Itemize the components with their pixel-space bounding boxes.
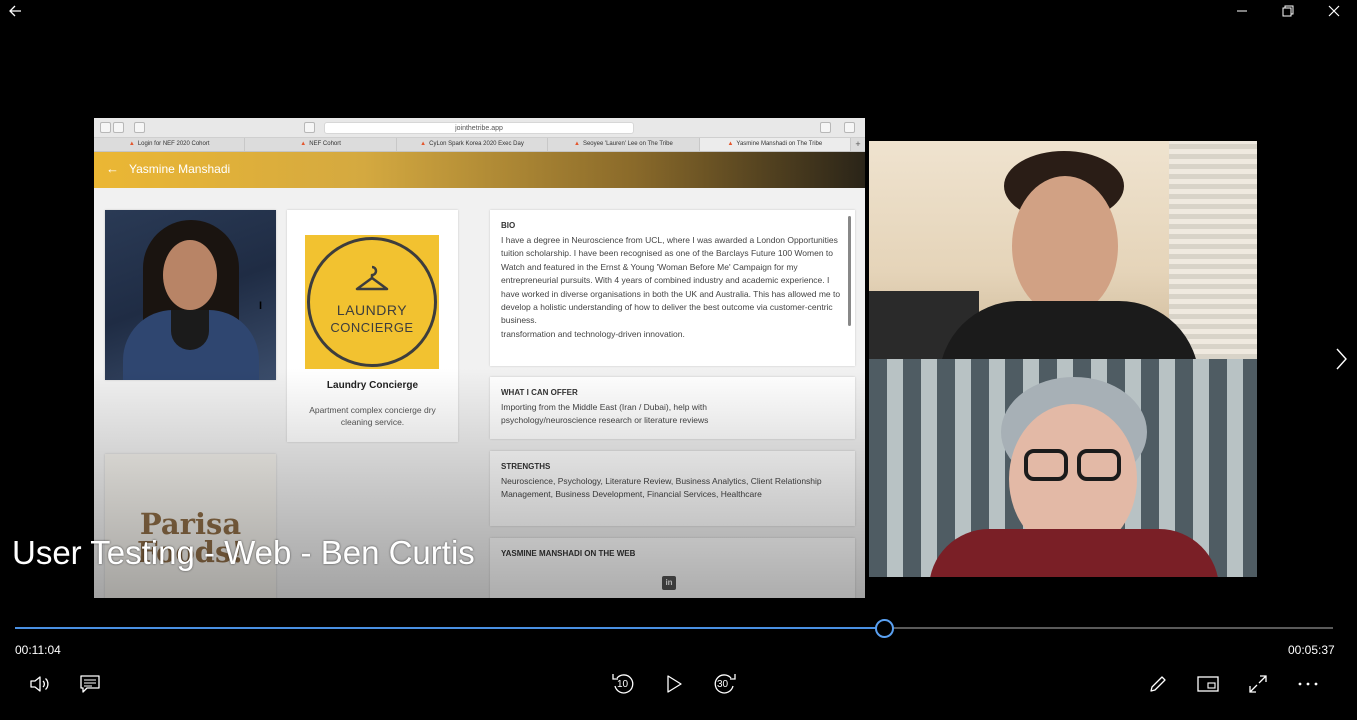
offer-card: WHAT I CAN OFFER Importing from the Midd… — [490, 377, 855, 439]
browser-url: jointhetribe.app — [324, 122, 634, 134]
skip-forward-icon[interactable]: 30 — [708, 668, 740, 700]
strengths-heading: STRENGTHS — [501, 462, 551, 471]
offer-text: Importing from the Middle East (Iran / D… — [501, 402, 709, 426]
remaining-time: 00:05:37 — [1288, 643, 1335, 657]
browser-tab: NEF Cohort — [245, 138, 397, 151]
restore-icon[interactable] — [1276, 0, 1300, 22]
skip-forward-label: 30 — [717, 679, 729, 690]
bio-heading: BIO — [501, 221, 516, 230]
browser-tab: Seoyee 'Lauren' Lee on The Tribe — [548, 138, 700, 151]
new-tab-icon: + — [855, 139, 861, 149]
bio-scrollbar — [848, 216, 851, 326]
minimize-icon[interactable] — [1230, 0, 1254, 22]
browser-tab-active: Yasmine Manshadi on The Tribe — [699, 138, 852, 151]
text-cursor-icon: I — [259, 300, 263, 312]
fullscreen-icon[interactable] — [1244, 670, 1272, 698]
browser-tabs: Login for NEF 2020 Cohort NEF Cohort CyL… — [94, 138, 865, 152]
profile-name: Yasmine Manshadi — [129, 162, 231, 176]
company-description: Apartment complex concierge dry cleaning… — [309, 405, 436, 427]
web-heading: YASMINE MANSHADI ON THE WEB — [501, 549, 636, 558]
volume-icon[interactable] — [26, 670, 54, 698]
company-card: LAUNDRY CONCIERGE Laundry Concierge Apar… — [287, 210, 458, 442]
linkedin-icon: in — [662, 576, 676, 590]
browser-tab: Login for NEF 2020 Cohort — [94, 138, 246, 151]
second-company-card: Parisa Foods! — [105, 454, 276, 598]
share-icon — [820, 122, 831, 133]
seek-bar-progress — [15, 627, 885, 629]
skip-back-icon[interactable]: 10 — [608, 668, 640, 700]
back-arrow-icon[interactable] — [4, 0, 26, 22]
browser-tab: CyLon Spark Korea 2020 Exec Day — [397, 138, 549, 151]
sidebar-icon — [134, 122, 145, 133]
company-name: Laundry Concierge — [326, 380, 419, 391]
header-back-arrow-icon: ← — [106, 161, 119, 176]
participant-video-bottom — [869, 359, 1257, 577]
participant-video-top — [869, 141, 1257, 359]
laundry-concierge-logo: LAUNDRY CONCIERGE — [305, 235, 439, 369]
next-chevron-icon[interactable] — [1330, 343, 1352, 375]
profile-header: ← Yasmine Manshadi — [94, 152, 865, 188]
offer-heading: WHAT I CAN OFFER — [501, 388, 578, 397]
more-options-icon[interactable] — [1294, 670, 1322, 698]
close-icon[interactable] — [1322, 0, 1346, 22]
bio-text: I have a degree in Neuroscience from UCL… — [501, 235, 841, 339]
mini-view-icon[interactable] — [1194, 670, 1222, 698]
seek-thumb[interactable] — [875, 619, 895, 638]
web-links-card: YASMINE MANSHADI ON THE WEB in — [490, 538, 855, 598]
browser-toolbar: jointhetribe.app — [94, 118, 865, 138]
captions-icon[interactable] — [76, 670, 104, 698]
pen-edit-icon[interactable] — [1144, 670, 1172, 698]
browser-back-icon — [100, 122, 111, 133]
browser-forward-icon — [113, 122, 124, 133]
bio-text-continued: transformation and technology-driven inn… — [501, 328, 685, 339]
privacy-icon — [304, 122, 315, 133]
tabs-overview-icon — [844, 122, 855, 133]
play-icon[interactable] — [660, 670, 688, 698]
elapsed-time: 00:11:04 — [15, 643, 61, 657]
strengths-card: STRENGTHS Neuroscience, Psychology, Lite… — [490, 451, 855, 526]
video-title: User Testing - Web - Ben Curtis — [12, 534, 475, 571]
logo-line-1: LAUNDRY — [336, 302, 408, 318]
bio-card: BIO I have a degree in Neuroscience from… — [490, 210, 855, 366]
logo-line-2: CONCIERGE — [330, 320, 414, 335]
shared-screen-video: jointhetribe.app Login for NEF 2020 Coho… — [94, 118, 865, 598]
hanger-icon — [355, 265, 389, 291]
profile-photo — [105, 210, 276, 380]
strengths-text: Neuroscience, Psychology, Literature Rev… — [501, 476, 822, 500]
skip-back-label: 10 — [617, 679, 629, 690]
seek-bar[interactable] — [15, 627, 1333, 629]
